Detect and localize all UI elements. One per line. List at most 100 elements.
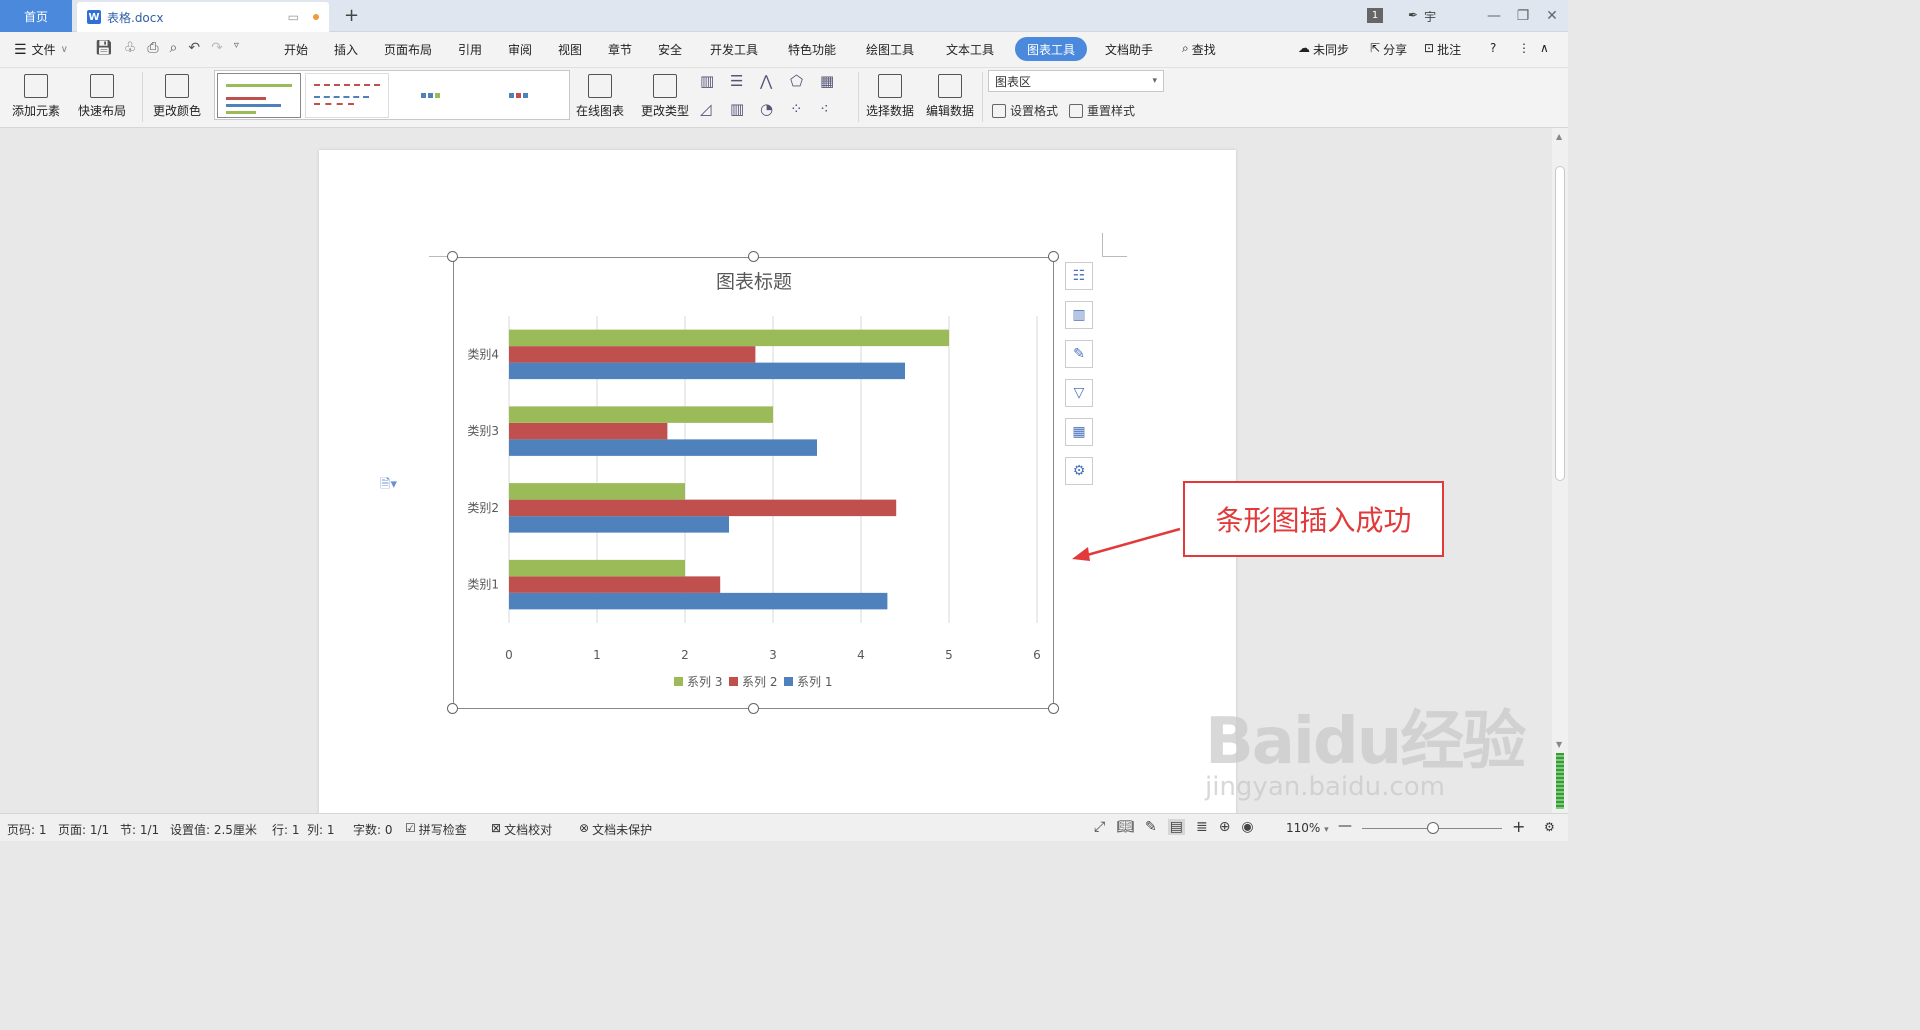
help-icon[interactable]: ? — [1490, 41, 1496, 55]
style-thumb-3[interactable] — [393, 73, 477, 118]
menu-item-review[interactable]: 审阅 — [508, 41, 532, 58]
print-preview-icon[interactable]: ⌕ — [170, 40, 178, 56]
proofread-button[interactable]: ⊠ 文档校对 — [491, 821, 552, 838]
resize-handle-s[interactable] — [748, 703, 759, 714]
radar-chart-icon[interactable]: ⬠ — [790, 72, 820, 90]
read-mode-icon[interactable]: 📖︎ — [1116, 819, 1134, 835]
tab-home[interactable]: 首页 — [0, 0, 72, 32]
menu-item-doc-assistant[interactable]: 文档助手 — [1105, 41, 1153, 58]
minimize-icon[interactable]: — — [1484, 6, 1504, 26]
change-type-button[interactable]: 更改类型 — [641, 74, 689, 119]
print-icon[interactable]: ⎙ — [147, 40, 158, 56]
zoom-out-icon[interactable]: — — [1338, 818, 1352, 834]
paste-options-icon[interactable]: 🗎︎▾ — [380, 475, 397, 497]
collapse-ribbon-icon[interactable]: ∧ — [1540, 41, 1549, 55]
undo-icon[interactable]: ↶ — [188, 40, 200, 56]
bubble-chart-icon[interactable]: ⁖ — [820, 100, 850, 118]
menu-item-layout[interactable]: 页面布局 — [384, 41, 432, 58]
menu-item-chart-tools[interactable]: 图表工具 — [1015, 37, 1088, 61]
status-setting[interactable]: 设置值: 2.5厘米 — [170, 821, 257, 838]
edit-data-button[interactable]: 编辑数据 — [926, 74, 974, 119]
add-element-button[interactable]: 添加元素 — [12, 74, 60, 119]
chart-area-select[interactable]: 图表区 ▾ — [988, 70, 1164, 92]
page-view-icon[interactable]: ▤ — [1167, 819, 1185, 835]
eye-protect-icon[interactable]: ◉ — [1241, 819, 1253, 835]
set-format-button[interactable]: 设置格式 — [992, 102, 1058, 119]
tab-document[interactable]: W 表格.docx ▭ — [77, 2, 329, 32]
comment-button[interactable]: ⊡ 批注 — [1424, 41, 1461, 58]
status-row[interactable]: 行: 1 — [272, 821, 300, 838]
menu-item-text-tools[interactable]: 文本工具 — [946, 41, 994, 58]
menu-item-features[interactable]: 特色功能 — [788, 41, 836, 58]
file-menu[interactable]: ☰ 文件 ∨ — [14, 41, 68, 58]
status-word-count[interactable]: 字数: 0 — [353, 821, 393, 838]
redo-icon[interactable]: ↷ — [211, 40, 223, 56]
settings-gear-icon[interactable]: ⚙ — [1065, 457, 1093, 485]
scatter-chart-icon[interactable]: ⁘ — [790, 100, 820, 118]
outline-view-icon[interactable]: ≣ — [1196, 819, 1208, 835]
area-chart-icon[interactable]: ◿ — [700, 100, 730, 118]
status-section[interactable]: 节: 1/1 — [120, 821, 159, 838]
status-col[interactable]: 列: 1 — [307, 821, 335, 838]
menu-item-security[interactable]: 安全 — [658, 41, 682, 58]
quick-layout-button[interactable]: 快速布局 — [78, 74, 126, 119]
zoom-slider-thumb[interactable] — [1427, 822, 1439, 834]
style-thumb-4[interactable] — [481, 73, 565, 118]
change-color-button[interactable]: 更改颜色 — [153, 74, 201, 119]
scroll-thumb[interactable] — [1555, 166, 1565, 481]
web-view-icon[interactable]: ⊕ — [1219, 819, 1231, 835]
reset-style-button[interactable]: 重置样式 — [1069, 102, 1135, 119]
customize-icon[interactable]: ▿ — [234, 40, 239, 56]
format-painter-icon[interactable]: ♧ — [124, 40, 137, 56]
more-icon[interactable]: ⋮ — [1518, 41, 1530, 55]
spell-check-button[interactable]: ☑ 拼写检查 — [405, 821, 467, 838]
status-settings-icon[interactable]: ⚙ — [1544, 820, 1555, 834]
stock-chart-icon[interactable]: ▥ — [730, 100, 760, 118]
select-data-button[interactable]: 选择数据 — [866, 74, 914, 119]
menu-item-insert[interactable]: 插入 — [334, 41, 358, 58]
pie-chart-icon[interactable]: ◔ — [760, 100, 790, 118]
online-chart-side-icon[interactable]: ▦ — [1065, 418, 1093, 446]
chart-style-icon[interactable]: ▥ — [1065, 301, 1093, 329]
menu-item-start[interactable]: 开始 — [284, 41, 308, 58]
resize-handle-n[interactable] — [748, 251, 759, 262]
chart-elements-icon[interactable]: ☷ — [1065, 262, 1093, 290]
zoom-in-icon[interactable]: + — [1512, 817, 1525, 836]
style-thumb-1[interactable] — [217, 73, 301, 118]
resize-handle-sw[interactable] — [447, 703, 458, 714]
menu-item-view[interactable]: 视图 — [558, 41, 582, 58]
resize-handle-se[interactable] — [1048, 703, 1059, 714]
menu-item-reference[interactable]: 引用 — [458, 41, 482, 58]
restore-icon[interactable]: ❐ — [1513, 6, 1533, 26]
zoom-level[interactable]: 110% ▾ — [1286, 821, 1329, 835]
page-badge[interactable]: 1 — [1367, 8, 1383, 23]
sync-button[interactable]: ☁ 未同步 — [1298, 41, 1349, 58]
bar-chart[interactable]: 图表标题 0 1 2 3 4 5 6 类别1 类别2 类别3 类别4 系列 3 系列 2 系列 1 — [454, 258, 1055, 710]
close-icon[interactable]: ✕ — [1542, 6, 1562, 26]
monitor-icon[interactable]: ▭ — [288, 10, 299, 24]
save-icon[interactable]: 💾︎ — [95, 40, 113, 56]
combo-chart-icon[interactable]: ▦ — [820, 72, 850, 90]
line-chart-icon[interactable]: ⋀ — [760, 72, 790, 90]
new-tab-button[interactable]: + — [344, 5, 359, 26]
fullscreen-icon[interactable]: ⤢ — [1094, 819, 1105, 835]
scroll-up-icon[interactable]: ▲ — [1556, 132, 1562, 141]
menu-item-chapter[interactable]: 章节 — [608, 41, 632, 58]
share-button[interactable]: ⇱ 分享 — [1370, 41, 1407, 58]
style-thumb-2[interactable] — [305, 73, 389, 118]
scroll-down-icon[interactable]: ▼ — [1556, 740, 1562, 749]
bar-chart-icon[interactable]: ☰ — [730, 72, 760, 90]
chart-frame[interactable]: 图表标题 0 1 2 3 4 5 6 类别1 类别2 类别3 类别4 系列 3 系列 2 系列 1 — [453, 257, 1054, 709]
search-button[interactable]: ⌕ 查找 — [1182, 41, 1216, 58]
status-pages[interactable]: 页面: 1/1 — [58, 821, 109, 838]
protect-button[interactable]: ⊗ 文档未保护 — [579, 821, 652, 838]
vertical-scrollbar[interactable]: ▲ ▼ — [1552, 128, 1568, 813]
menu-item-drawing-tools[interactable]: 绘图工具 — [866, 41, 914, 58]
status-page-number[interactable]: 页码: 1 — [7, 821, 47, 838]
online-chart-button[interactable]: 在线图表 — [576, 74, 624, 119]
user-account[interactable]: ✒ 宇 — [1408, 8, 1436, 25]
resize-handle-ne[interactable] — [1048, 251, 1059, 262]
brush-icon[interactable]: ✎ — [1065, 340, 1093, 368]
column-chart-icon[interactable]: ▥ — [700, 72, 730, 90]
menu-item-developer[interactable]: 开发工具 — [710, 41, 758, 58]
